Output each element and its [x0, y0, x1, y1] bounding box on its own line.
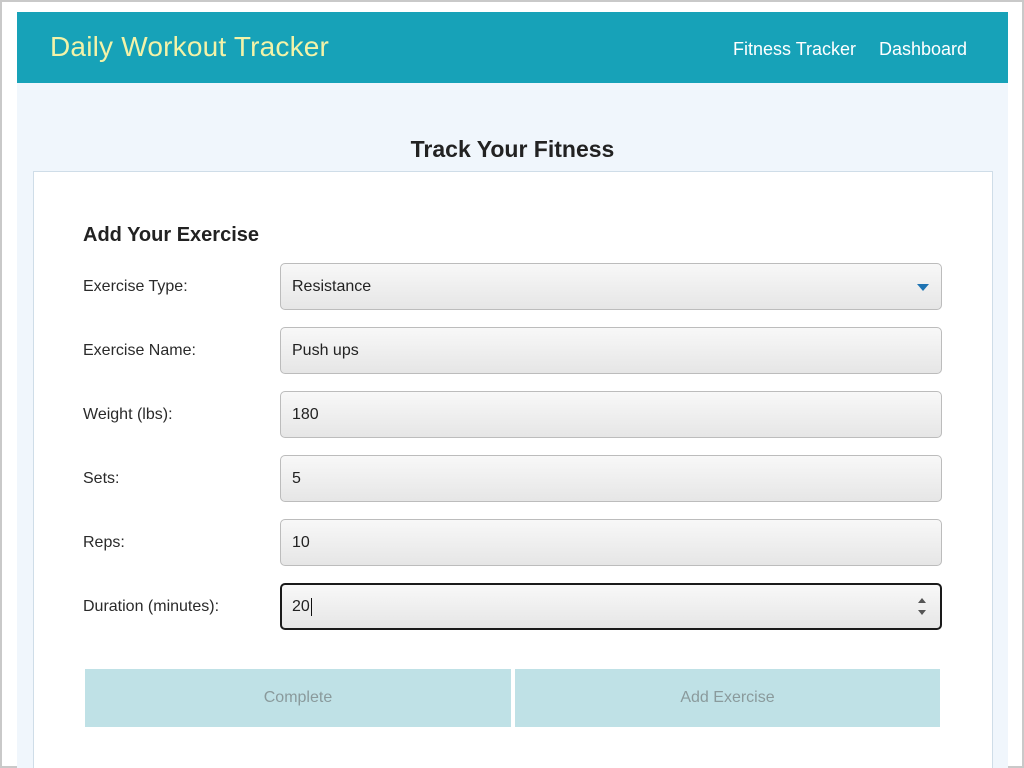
weight-label: Weight (lbs):	[83, 406, 173, 423]
spinner-down-icon[interactable]	[918, 610, 926, 615]
page: Daily Workout Tracker Fitness Tracker Da…	[17, 12, 1008, 768]
sets-value: 5	[292, 469, 301, 487]
exercise-name-value: Push ups	[292, 341, 359, 359]
spinner-up-icon[interactable]	[918, 598, 926, 603]
complete-button[interactable]: Complete	[85, 669, 511, 727]
exercise-name-input[interactable]: Push ups	[280, 327, 942, 374]
duration-label: Duration (minutes):	[83, 598, 220, 615]
number-spinner-icon[interactable]	[917, 596, 927, 618]
sets-input[interactable]: 5	[280, 455, 942, 502]
exercise-form-card: Add Your Exercise Exercise Type: Resista…	[33, 171, 993, 768]
sets-label: Sets:	[83, 470, 120, 487]
exercise-type-value: Resistance	[292, 277, 372, 295]
nav-link-dashboard[interactable]: Dashboard	[879, 39, 967, 60]
exercise-type-label: Exercise Type:	[83, 278, 188, 295]
chevron-down-icon	[917, 284, 929, 291]
nav-link-fitness-tracker[interactable]: Fitness Tracker	[733, 39, 856, 60]
navbar: Daily Workout Tracker Fitness Tracker Da…	[17, 12, 1008, 83]
text-cursor	[310, 597, 312, 616]
add-exercise-button[interactable]: Add Exercise	[515, 669, 940, 727]
weight-input[interactable]: 180	[280, 391, 942, 438]
exercise-name-label: Exercise Name:	[83, 342, 196, 359]
reps-input[interactable]: 10	[280, 519, 942, 566]
duration-input[interactable]: 20	[280, 583, 942, 630]
form-heading: Add Your Exercise	[83, 224, 259, 246]
reps-label: Reps:	[83, 534, 125, 551]
exercise-type-select[interactable]: Resistance	[280, 263, 942, 310]
brand-title[interactable]: Daily Workout Tracker	[50, 31, 329, 63]
duration-value: 20	[292, 597, 310, 615]
reps-value: 10	[292, 533, 310, 551]
weight-value: 180	[292, 405, 319, 423]
page-title: Track Your Fitness	[410, 136, 615, 162]
